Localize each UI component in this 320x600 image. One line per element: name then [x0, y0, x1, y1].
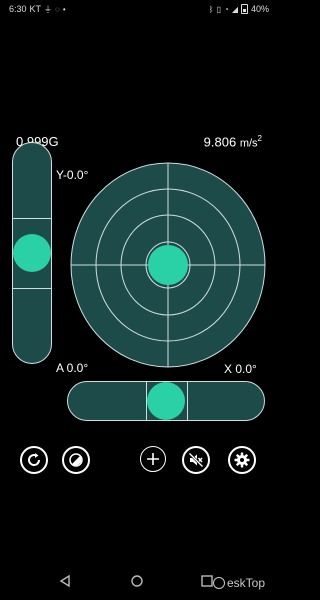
- theme-button[interactable]: [62, 446, 90, 474]
- sound-button[interactable]: [182, 446, 210, 474]
- speaker-muted-icon: [188, 452, 204, 468]
- add-button[interactable]: [140, 446, 166, 472]
- sync-icon: ◌: [55, 4, 60, 14]
- vertical-level-marker-top: [13, 218, 51, 219]
- plus-icon: [147, 453, 159, 465]
- acceleration-readout: 9.806 m/s2: [204, 134, 262, 149]
- vertical-level-marker-bottom: [13, 288, 51, 289]
- status-carrier: KT: [29, 4, 42, 14]
- status-bar: 6:30 KT ⏚ ◌ • ᛒ ▯ ◔ ◢ 40%: [0, 0, 277, 18]
- signal-icon: ◢: [231, 4, 238, 14]
- home-button[interactable]: [130, 574, 144, 593]
- calibrate-button[interactable]: [20, 446, 48, 474]
- watermark-text: eskTop: [226, 576, 265, 590]
- battery-percent: 40%: [250, 4, 269, 14]
- vertical-bubble: [13, 234, 51, 272]
- contrast-icon: [69, 453, 83, 467]
- settings-button[interactable]: [228, 446, 256, 474]
- battery-icon: [240, 4, 248, 14]
- circular-bubble: [148, 245, 188, 285]
- horizontal-level: [67, 381, 265, 421]
- usb-icon: ⏚: [44, 4, 53, 14]
- acceleration-value: 9.806: [203, 134, 237, 150]
- circular-level: [70, 162, 266, 368]
- watermark: eskTop: [212, 576, 265, 590]
- home-icon: [131, 575, 143, 587]
- horizontal-bubble: [147, 382, 185, 420]
- back-button[interactable]: [58, 574, 72, 593]
- acceleration-exponent: 2: [257, 134, 262, 143]
- recents-button[interactable]: [200, 574, 214, 593]
- horizontal-level-marker-right: [187, 382, 188, 420]
- refresh-icon: [28, 453, 41, 466]
- wifi-icon: ◔: [223, 4, 229, 14]
- gear-icon: [234, 452, 250, 468]
- bluetooth-icon: ᛒ: [208, 4, 214, 14]
- vibrate-icon: ▯: [216, 4, 221, 14]
- status-time: 6:30: [9, 4, 27, 14]
- dot-icon: •: [62, 4, 66, 14]
- vertical-level: [12, 142, 52, 364]
- recents-icon: [201, 575, 213, 587]
- watermark-logo-icon: [212, 577, 225, 589]
- back-icon: [59, 574, 70, 588]
- acceleration-unit: m/s: [239, 137, 258, 150]
